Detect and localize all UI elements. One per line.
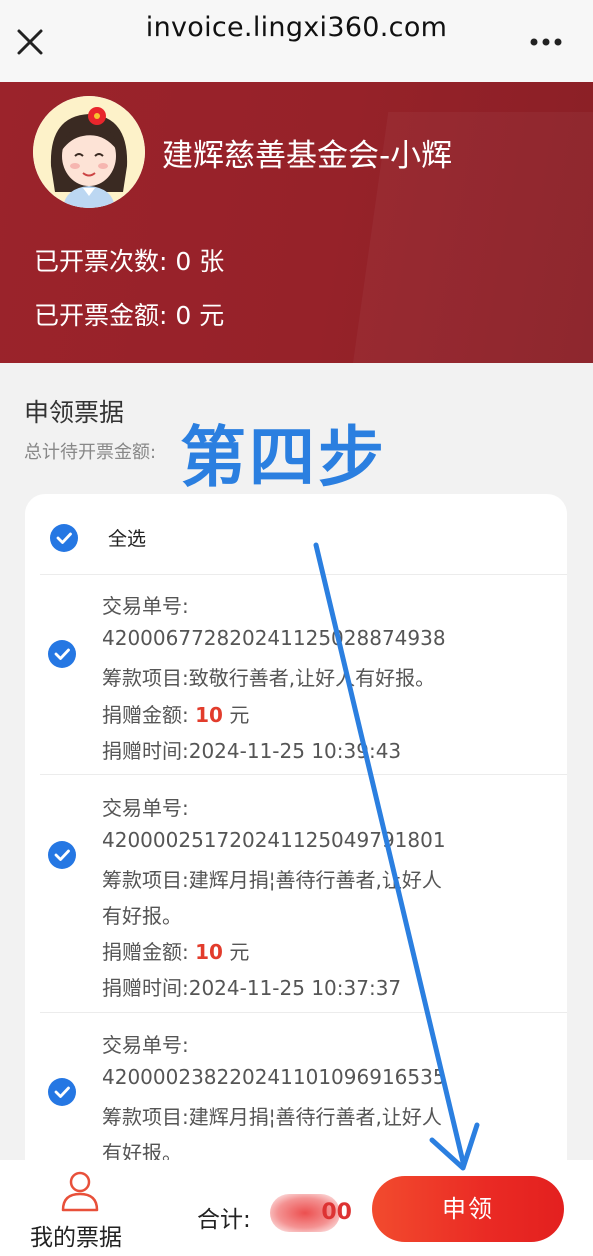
issued-amount-label: 已开票金额: [34, 301, 168, 330]
donation-amount-value: 10 [195, 940, 223, 964]
donation-list-card: 全选 交易单号: 420006772820241125028874938 筹款项… [25, 494, 567, 1194]
record-line: 交易单号: [102, 594, 189, 618]
donation-amount-unit: 元 [229, 703, 250, 727]
page-url: invoice.lingxi360.com [145, 12, 448, 43]
divider [40, 574, 567, 575]
donation-amount-label: 捐赠金额: [102, 940, 189, 964]
transaction-id: 420000238220241101096916535 [102, 1065, 446, 1089]
donation-amount: 捐赠金额: 10 元 [102, 699, 249, 728]
issued-count-value: 0 张 [175, 247, 225, 276]
profile-banner: 建辉慈善基金会-小辉 已开票次数: 0 张 已开票金额: 0 元 [0, 82, 593, 363]
record-checkbox[interactable] [48, 1078, 76, 1106]
issued-amount: 已开票金额: 0 元 [34, 296, 224, 332]
donation-amount-value: 10 [195, 703, 223, 727]
step-annotation: 第四步 [180, 419, 387, 496]
apply-button[interactable]: 申领 [372, 1176, 564, 1242]
donation-time: 捐赠时间:2024-11-25 10:39:43 [102, 739, 402, 763]
divider [40, 774, 567, 775]
record-checkbox[interactable] [48, 841, 76, 869]
check-icon [54, 648, 70, 660]
donation-amount-unit: 元 [229, 940, 250, 964]
transaction-id: 420006772820241125028874938 [102, 626, 446, 650]
issued-count: 已开票次数: 0 张 [34, 242, 224, 278]
issued-amount-value: 0 元 [175, 301, 225, 330]
org-name: 建辉慈善基金会-小辉 [162, 138, 453, 174]
record-line: 交易单号: [102, 796, 189, 820]
pending-amount-label: 总计待开票金额: [24, 442, 157, 463]
record-line: 筹款项目:建辉月捐¦善待行善者,让好人 [102, 1105, 442, 1129]
record-line: 有好报。 [102, 904, 182, 928]
select-all-checkbox[interactable] [50, 524, 78, 552]
browser-top-bar: invoice.lingxi360.com [0, 0, 593, 82]
my-tickets-link[interactable]: 我的票据 [30, 1218, 122, 1252]
select-all-label: 全选 [108, 528, 147, 550]
check-icon [54, 1086, 70, 1098]
avatar [33, 96, 145, 208]
avatar-illustration [33, 96, 145, 208]
divider [40, 1012, 567, 1013]
donation-amount-label: 捐赠金额: [102, 703, 189, 727]
donation-time: 捐赠时间:2024-11-25 10:37:37 [102, 976, 402, 1000]
total-amount-value: 00 [321, 1200, 352, 1225]
section-title: 申领票据 [24, 398, 125, 427]
record-line: 筹款项目:建辉月捐¦善待行善者,让好人 [102, 868, 442, 892]
user-icon[interactable] [60, 1170, 100, 1212]
total-amount: 00 [270, 1190, 352, 1236]
transaction-id: 420000251720241125049791801 [102, 828, 446, 852]
issued-count-label: 已开票次数: [34, 247, 168, 276]
check-icon [54, 849, 70, 861]
total-label: 合计: [197, 1207, 251, 1233]
record-line: 交易单号: [102, 1033, 189, 1057]
bottom-action-bar: 我的票据 合计: 00 申领 [0, 1160, 593, 1256]
check-icon [56, 532, 72, 544]
donation-amount: 捐赠金额: 10 元 [102, 936, 249, 965]
record-line: 筹款项目:致敬行善者,让好人有好报。 [102, 666, 436, 690]
record-checkbox[interactable] [48, 640, 76, 668]
more-icon[interactable] [529, 36, 563, 48]
